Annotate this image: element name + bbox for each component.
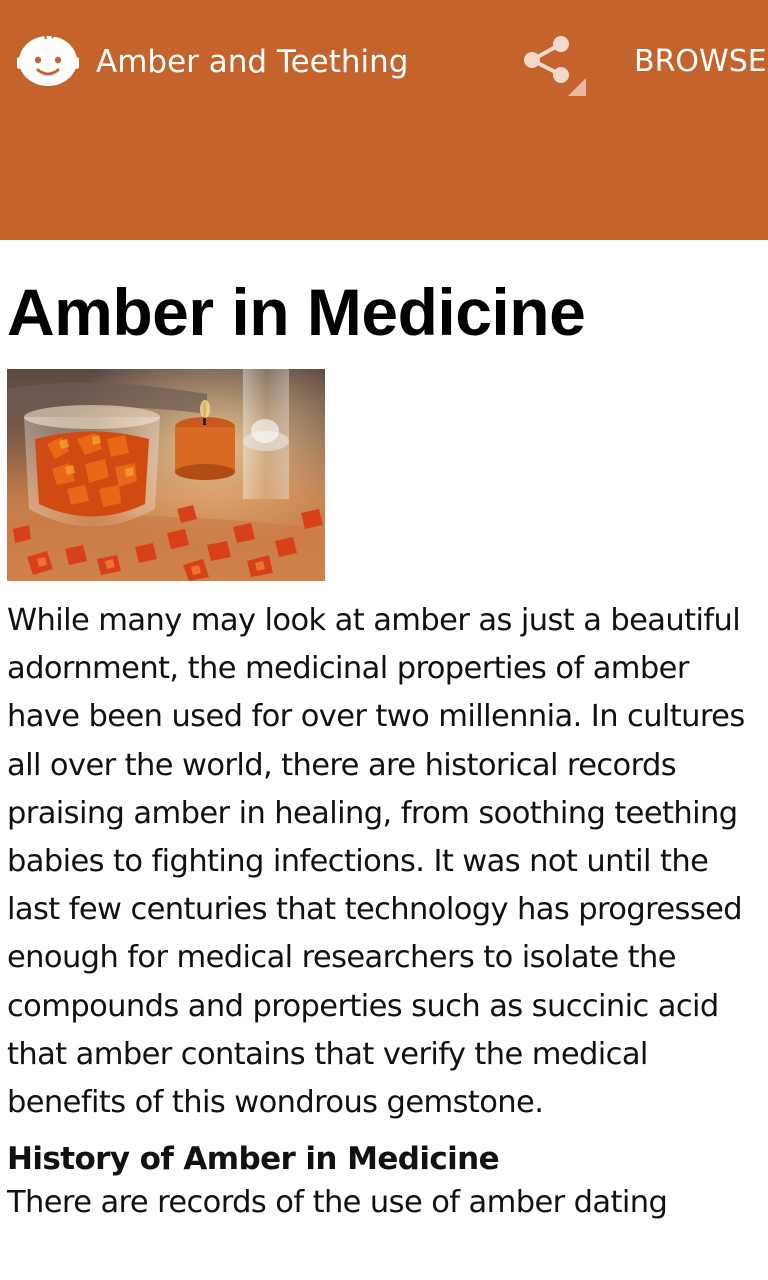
article: Amber in Medicine While many may look at…	[7, 270, 761, 1227]
baby-face-icon	[17, 31, 79, 86]
article-paragraph: There are records of the use of amber da…	[7, 1185, 668, 1221]
page-title: Amber in Medicine	[7, 275, 586, 349]
article-paragraph: While many may look at amber as just a b…	[7, 603, 745, 1121]
amber-stones-photo	[7, 369, 325, 581]
section-heading: History of Amber in Medicine	[7, 1141, 500, 1178]
browse-button[interactable]: BROWSE	[634, 42, 767, 82]
app-bar: Amber and Teething BROWSE	[0, 0, 768, 240]
share-icon[interactable]	[518, 30, 590, 98]
app-title: Amber and Teething	[96, 44, 409, 80]
